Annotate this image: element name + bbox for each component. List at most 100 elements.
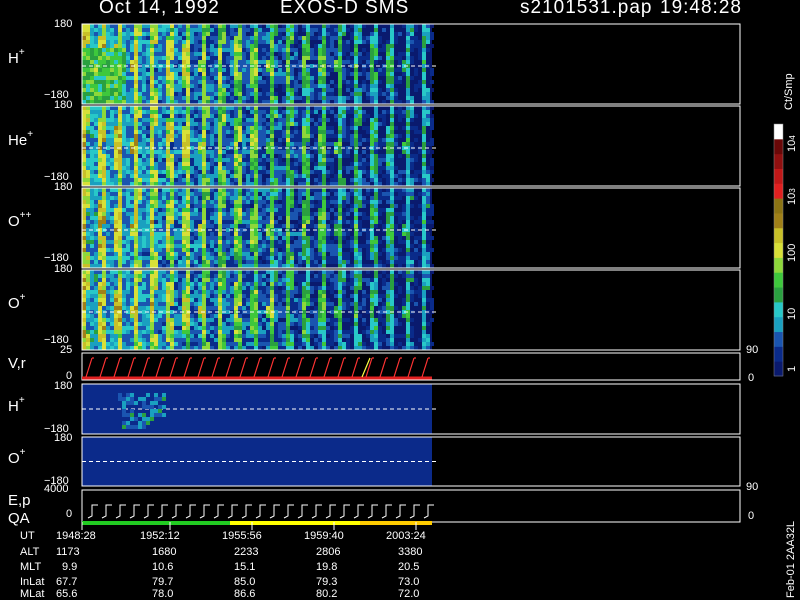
spectrogram-cell	[218, 114, 222, 118]
spectrogram-cell	[162, 208, 166, 212]
spectrogram-cell	[214, 142, 218, 146]
spectrogram-cell	[86, 122, 90, 126]
spectrogram-cell	[82, 274, 86, 278]
spectrogram-cell	[190, 110, 194, 114]
spectrogram-cell	[278, 76, 282, 80]
spectrogram-cell	[238, 162, 242, 166]
spectrogram-cell	[278, 256, 282, 260]
spectrogram-cell	[310, 88, 314, 92]
spectrogram-cell	[154, 240, 158, 244]
spectrogram-cell	[222, 32, 226, 36]
spectrogram-cell	[198, 192, 202, 196]
spectrogram-cell	[106, 150, 110, 154]
spectrogram-cell	[158, 240, 162, 244]
spectrogram-cell	[314, 118, 318, 122]
spectrogram-cell	[322, 32, 326, 36]
spectrogram-cell	[378, 122, 382, 126]
spectrogram-cell	[190, 122, 194, 126]
spectrogram-cell	[118, 236, 122, 240]
spectrogram-cell	[350, 96, 354, 100]
spectrogram-cell	[166, 110, 170, 114]
spectrogram-cell	[294, 196, 298, 200]
spectrogram-cell	[110, 138, 114, 142]
spectrogram-cell	[298, 256, 302, 260]
spectrogram-cell	[234, 80, 238, 84]
spectrogram-cell	[178, 36, 182, 40]
spectrogram-cell	[254, 92, 258, 96]
spectrogram-cell	[110, 150, 114, 154]
spectrogram-cell	[246, 24, 250, 28]
spectrogram-cell	[278, 24, 282, 28]
spectrogram-cell	[274, 166, 278, 170]
spectrogram-cell	[134, 260, 138, 264]
spectrogram-cell	[238, 174, 242, 178]
spectrogram-cell	[338, 224, 342, 228]
spectrogram-cell	[90, 56, 94, 60]
spectrogram-cell	[402, 142, 406, 146]
spectrogram-cell	[342, 154, 346, 158]
spectrogram-cell	[262, 28, 266, 32]
spectrogram-cell	[226, 106, 230, 110]
spectrogram-cell	[182, 166, 186, 170]
spectrogram-cell	[214, 60, 218, 64]
spectrogram-cell	[94, 118, 98, 122]
spectrogram-cell	[334, 60, 338, 64]
spectrogram-cell	[286, 56, 290, 60]
spectrogram-cell	[138, 110, 142, 114]
spectrogram-cell	[366, 56, 370, 60]
spectrogram-cell	[338, 174, 342, 178]
spectrogram-cell	[330, 236, 334, 240]
spectrogram-cell	[330, 244, 334, 248]
spectrogram-cell	[234, 110, 238, 114]
spectrogram-cell	[94, 138, 98, 142]
spectrogram-cell	[246, 130, 250, 134]
spectrogram-cell	[322, 76, 326, 80]
spectrogram-cell	[310, 36, 314, 40]
spectrogram-cell	[86, 270, 90, 274]
spectrogram-cell	[118, 48, 122, 52]
spectrogram-cell	[410, 110, 414, 114]
spectrogram-cell	[262, 126, 266, 130]
spectrogram-cell	[322, 200, 326, 204]
spectrogram-cell	[290, 232, 294, 236]
spectrogram-cell	[270, 52, 274, 56]
spectrogram-cell	[118, 200, 122, 204]
spectrogram-cell	[314, 216, 318, 220]
spectrogram-cell	[178, 232, 182, 236]
spectrogram-cell	[390, 52, 394, 56]
spectrogram-cell	[382, 178, 386, 182]
spectrogram-cell	[178, 138, 182, 142]
spectrogram-cell	[354, 60, 358, 64]
spectrogram-cell	[162, 154, 166, 158]
spectrogram-cell	[102, 56, 106, 60]
spectrogram-cell	[186, 196, 190, 200]
spectrogram-cell	[402, 114, 406, 118]
spectrogram-cell	[298, 142, 302, 146]
spectrogram-cell	[122, 32, 126, 36]
spectrogram-cell	[402, 122, 406, 126]
spectrogram-cell	[234, 32, 238, 36]
spectrogram-cell	[382, 138, 386, 142]
spectrogram-cell	[290, 28, 294, 32]
spectrogram-cell	[230, 110, 234, 114]
spectrogram-cell	[390, 134, 394, 138]
spectrogram-cell	[130, 96, 134, 100]
spectrogram-cell	[190, 68, 194, 72]
spectrogram-cell	[110, 72, 114, 76]
spectrogram-cell	[310, 212, 314, 216]
spectrogram-cell	[198, 56, 202, 60]
spectrogram-cell	[138, 96, 142, 100]
spectrogram-cell	[330, 60, 334, 64]
spectrogram-cell	[94, 240, 98, 244]
spectrogram-cell	[242, 106, 246, 110]
spectrogram-cell	[218, 36, 222, 40]
spectrogram-cell	[422, 150, 426, 154]
spectrogram-cell	[298, 178, 302, 182]
spectrogram-cell	[358, 84, 362, 88]
spectrogram-cell	[174, 256, 178, 260]
spectrogram-cell	[374, 252, 378, 256]
spectrogram-cell	[374, 224, 378, 228]
spectrogram-cell	[374, 80, 378, 84]
spectrogram-cell	[266, 68, 270, 72]
spectrogram-cell	[142, 220, 146, 224]
